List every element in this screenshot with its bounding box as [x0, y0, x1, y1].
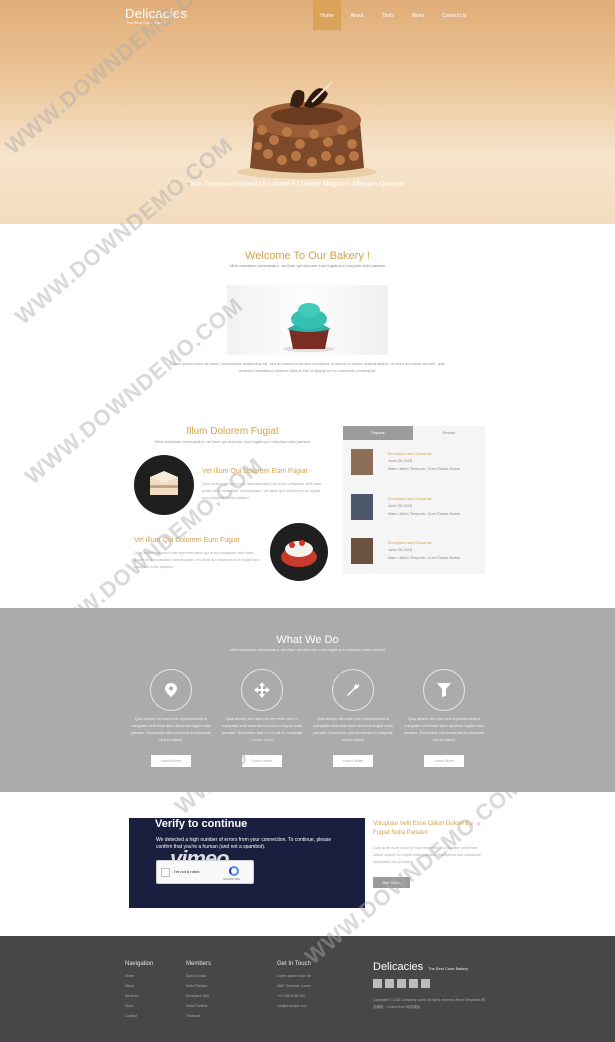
footer-heading-navigation: Navigation: [125, 961, 154, 967]
footer-link[interactable]: Home: [125, 971, 138, 981]
footer-member-links: Duis At Nulla Nulla Pariatur Excepteur S…: [186, 971, 209, 1021]
footer-tagline: The Best Cake Bakery: [428, 966, 469, 971]
post-avatar-3[interactable]: [351, 538, 373, 564]
post-date-1: June 26,2015: [388, 458, 413, 463]
footer-link[interactable]: Menu: [125, 981, 138, 991]
service-text-3: Quis autem vel eum iure reprehenderit in…: [313, 716, 393, 742]
footer-contact-line[interactable]: info@example.com: [277, 1001, 311, 1011]
footer-link[interactable]: Services: [125, 991, 138, 1001]
rss-icon[interactable]: [421, 979, 430, 988]
recaptcha-widget[interactable]: I'm not a robot reCAPTCHA: [156, 860, 254, 884]
post-title-3[interactable]: Excepteur sint Occaecat: [388, 540, 431, 545]
post-date-3: June 26,2015: [388, 547, 413, 552]
feature-image-1: [134, 455, 194, 515]
move-arrows-icon: [241, 669, 283, 711]
post-title-1[interactable]: Excepteur sint Occaecat: [388, 451, 431, 456]
cupcake-image: [227, 285, 388, 355]
learn-more-button-1[interactable]: Learn More: [151, 755, 191, 767]
footer-link[interactable]: Nulla Pariatur: [186, 981, 209, 991]
service-text-1: Quis autem vel eum iure reprehenderit in…: [131, 716, 211, 742]
cake-image: [237, 81, 377, 179]
footer-contact-info: Lorem ipsum dolor sit 4567 Eiusmod, Lore…: [277, 971, 311, 1011]
recaptcha-checkbox[interactable]: [161, 868, 170, 877]
footer-contact-line: +12 345 6789 000: [277, 994, 306, 998]
watermark: WWW.DOWNDEMO.COM: [20, 292, 248, 490]
post-text-1: Nam Libero Tempore, Cum Soluta Nobis: [388, 466, 460, 471]
facebook-icon[interactable]: [373, 979, 382, 988]
tab-recent[interactable]: Recent: [413, 426, 485, 440]
post-title-2[interactable]: Excepteur sint Occaecat: [388, 496, 431, 501]
nav-home[interactable]: Home: [313, 0, 341, 30]
service-text-4: Quis autem vel eum iure reprehenderit in…: [404, 716, 484, 742]
footer-nav-links: Home Menu Services Short Contact: [125, 971, 138, 1021]
footer-heading-contact: Get In Touch: [277, 961, 311, 967]
learn-more-button-3[interactable]: Learn More: [333, 755, 373, 767]
footer-link[interactable]: Contact: [125, 1011, 138, 1021]
services-subtitle: Nihil molestiae consequatur, vel illum q…: [229, 647, 386, 652]
footer-contact-line: 4567 Eiusmod, Lorem: [277, 984, 312, 988]
post-avatar-2[interactable]: [351, 494, 373, 520]
map-marker-icon: [150, 669, 192, 711]
footer-contact-line: Lorem ipsum dolor sit: [277, 974, 311, 978]
filter-icon: [423, 669, 465, 711]
hero-banner: Delicacies The Best Cake Bakery Home Abo…: [0, 0, 615, 224]
footer-heading-members: Members: [186, 961, 212, 967]
hero-caption: Illum Tempora Incidunt Ut Labore Et Dolo…: [187, 181, 405, 188]
footer-copyright: Copyright © 2015 Company name All rights…: [373, 998, 486, 1009]
footer-link[interactable]: Nulla Facilisis: [186, 1001, 209, 1011]
nav-tools[interactable]: Tools: [373, 0, 403, 30]
post-avatar-1[interactable]: [351, 449, 373, 475]
footer-link[interactable]: Short: [125, 1001, 138, 1011]
linkedin-icon[interactable]: [409, 979, 418, 988]
footer-logo[interactable]: Delicacies: [373, 961, 423, 973]
footer-link[interactable]: Excepteur Sint: [186, 991, 209, 1001]
footer-link[interactable]: Duis At Nulla: [186, 971, 209, 981]
verify-heading: Verify to continue: [155, 818, 248, 830]
nav-contact[interactable]: Contact Us: [433, 0, 475, 30]
tab-popular[interactable]: Popular: [343, 426, 413, 440]
nav-about[interactable]: About: [341, 0, 373, 30]
footer-link[interactable]: Tincidunt: [186, 1011, 209, 1021]
post-date-2: June 26,2015: [388, 503, 413, 508]
illum-title: Illum Dolorem Fugiat: [186, 426, 279, 437]
feature-image-2: [270, 523, 328, 581]
twitter-icon[interactable]: [385, 979, 394, 988]
nav-menu[interactable]: Menu: [403, 0, 433, 30]
posts-tab-panel: Popular Recent Excepteur sint Occaecat J…: [343, 426, 485, 574]
recaptcha-logo-icon: [229, 866, 239, 876]
main-nav: Home About Tools Menu Contact Us: [313, 0, 475, 30]
recaptcha-brand: reCAPTCHA: [223, 877, 241, 881]
services-title: What We Do: [276, 634, 339, 646]
learn-more-button-4[interactable]: Learn More: [424, 755, 464, 767]
recaptcha-label: I'm not a robot: [174, 869, 200, 874]
illum-subtitle: Nihil molestiae consequatur, vel illum q…: [154, 439, 311, 444]
post-text-2: Nam Libero Tempore, Cum Soluta Nobis: [388, 511, 460, 516]
post-text-3: Nam Libero Tempore, Cum Soluta Nobis: [388, 555, 460, 560]
welcome-paragraph: Lorem ipsum dolor sit amet, consectetur …: [170, 361, 445, 373]
google-icon[interactable]: [397, 979, 406, 988]
